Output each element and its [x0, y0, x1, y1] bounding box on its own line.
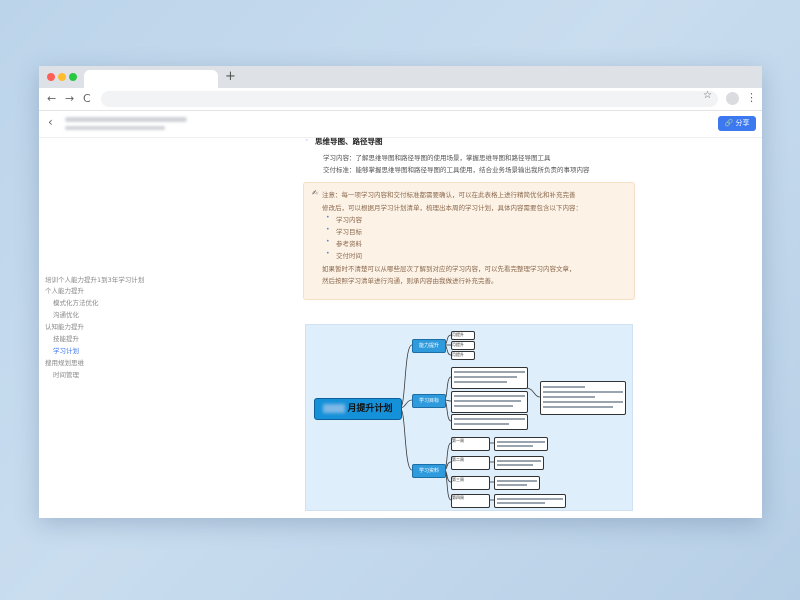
callout-text: 注意：每一项学习内容和交付标准都需要确认，可以在此表格上进行精简优化和补充完善 [322, 191, 576, 199]
text-line [543, 396, 595, 398]
profile-avatar[interactable] [726, 92, 739, 105]
mindmap-leaf-node: 月提升 [451, 331, 475, 340]
minimize-window-dot[interactable] [58, 73, 66, 81]
callout-list-item: 参考资料 [336, 240, 362, 248]
mindmap-text-node [451, 367, 528, 389]
week-label: 第三周 [452, 477, 464, 482]
mindmap-text-node [494, 456, 544, 470]
paragraph: 交付标准：能够掌握思维导图和路径导图的工具使用，结合业务场景输出我所负责的事项内… [323, 166, 590, 174]
mindmap-branch-node: 学习目标 [412, 394, 446, 408]
text-line [497, 480, 537, 482]
outline-item[interactable]: 个人能力提升 [45, 285, 84, 295]
pencil-icon: ✍ [312, 189, 318, 197]
text-line [497, 484, 527, 486]
outline-item[interactable]: 时间管理 [53, 369, 79, 379]
text-line [497, 464, 533, 466]
mindmap-week-node: 第四周 [451, 494, 490, 508]
text-line [543, 386, 585, 388]
leaf-label: 月提升 [452, 352, 464, 357]
blurred-doc-title [65, 117, 187, 122]
mindmap-text-node [451, 391, 528, 413]
mindmap-branch-node: 能力提升 [412, 339, 446, 353]
callout-list-item: 交付时间 [336, 252, 362, 260]
text-line [454, 395, 525, 397]
bullet-icon: • [326, 214, 330, 221]
week-label: 第二周 [452, 457, 464, 462]
callout-box: ✍ 注意：每一项学习内容和交付标准都需要确认，可以在此表格上进行精简优化和补充完… [303, 182, 635, 300]
close-window-dot[interactable] [47, 73, 55, 81]
text-line [543, 406, 613, 408]
text-line [454, 418, 525, 420]
outline-item[interactable]: 培训个人能力提升1到3年学习计划 [45, 274, 144, 284]
address-bar[interactable] [101, 91, 718, 107]
mindmap-leaf-node: 月提升 [451, 351, 475, 360]
mindmap-week-node: 第一周 [451, 437, 490, 451]
new-tab-button[interactable]: + [225, 69, 236, 85]
text-line [543, 401, 623, 403]
link-icon: 🔗 [724, 119, 734, 127]
outline-item-active[interactable]: 学习计划 [53, 345, 79, 355]
bookmark-star-icon[interactable]: ☆ [703, 90, 712, 101]
text-line [543, 391, 623, 393]
text-line [497, 460, 541, 462]
text-line [454, 376, 517, 378]
mindmap-root-node: 月提升计划 [314, 398, 402, 420]
reload-button[interactable]: C [83, 91, 91, 107]
leaf-label: 月提升 [452, 342, 464, 347]
section-heading: 思维导图、路径导图 [315, 137, 383, 146]
text-line [497, 502, 545, 504]
forward-button[interactable]: → [65, 91, 74, 107]
outline-item[interactable]: 技能提升 [53, 333, 79, 343]
outline-item[interactable]: 模式化方法优化 [53, 297, 99, 307]
blurred-root-prefix [323, 404, 346, 413]
leaf-label: 月提升 [452, 332, 464, 337]
mindmap-image: 月提升计划 能力提升 学习目标 学习资料 月提升 月提升 月提升 第一周 第二周… [305, 324, 633, 511]
mindmap-week-node: 第三周 [451, 476, 490, 490]
callout-text: 然后按照学习清单进行沟通，则承内容由我做进行补充完善。 [322, 277, 498, 285]
callout-text: 修改后，可以根据月学习计划清单，梳理出本周的学习计划，具体内容需要包含以下内容： [322, 204, 582, 212]
callout-list-item: 学习内容 [336, 216, 362, 224]
callout-text: 如果暂时不清楚可以从哪些层次了解到对应的学习内容，可以先看完整理学习内容文章， [322, 265, 576, 273]
mindmap-text-node [494, 476, 540, 490]
mindmap-text-node [494, 437, 548, 451]
bullet-icon: • [326, 238, 330, 245]
text-line [454, 381, 507, 383]
outline-item[interactable]: 搜用规划思维 [45, 357, 84, 367]
back-button[interactable]: ← [47, 91, 56, 107]
browser-menu-icon[interactable]: ⋮ [746, 90, 757, 106]
maximize-window-dot[interactable] [69, 73, 77, 81]
outline-item[interactable]: 认知能力提升 [45, 321, 84, 331]
blurred-doc-meta [65, 126, 165, 130]
text-line [497, 441, 545, 443]
browser-toolbar: ← → C ☆ ⋮ [39, 88, 762, 111]
text-line [497, 445, 533, 447]
bullet-icon: • [326, 250, 330, 257]
text-line [497, 498, 563, 500]
back-arrow-icon[interactable]: ‹ [48, 115, 53, 129]
mindmap-branch-node: 学习资料 [412, 464, 446, 478]
outline-item[interactable]: 沟通优化 [53, 309, 79, 319]
week-label: 第一周 [452, 438, 464, 443]
bullet-icon: • [326, 226, 330, 233]
mindmap-leaf-node: 月提升 [451, 341, 475, 350]
mindmap-text-node [494, 494, 566, 508]
text-line [454, 423, 509, 425]
share-button[interactable]: 🔗 分享 [718, 116, 756, 131]
document-header: ‹ 🔗 分享 [39, 111, 762, 138]
text-line [454, 371, 525, 373]
list-bullet-icon: ◦ [305, 137, 309, 144]
mindmap-text-node [451, 414, 528, 430]
mindmap-detail-node [540, 381, 626, 415]
share-label: 分享 [735, 119, 750, 127]
mindmap-week-node: 第二周 [451, 456, 490, 470]
tab-bar: + [39, 66, 762, 88]
active-tab[interactable] [84, 70, 218, 88]
week-label: 第四周 [452, 495, 464, 500]
browser-window: + ← → C ☆ ⋮ ‹ 🔗 分享 培训个人能力提升1到3年学习计划 个人能力… [39, 66, 762, 518]
paragraph: 学习内容：了解思维导图和路径导图的使用场景，掌握思维导图和路径导图工具 [323, 154, 551, 162]
text-line [454, 400, 521, 402]
text-line [454, 405, 513, 407]
root-label: 月提升计划 [347, 404, 393, 414]
callout-list-item: 学习目标 [336, 228, 362, 236]
